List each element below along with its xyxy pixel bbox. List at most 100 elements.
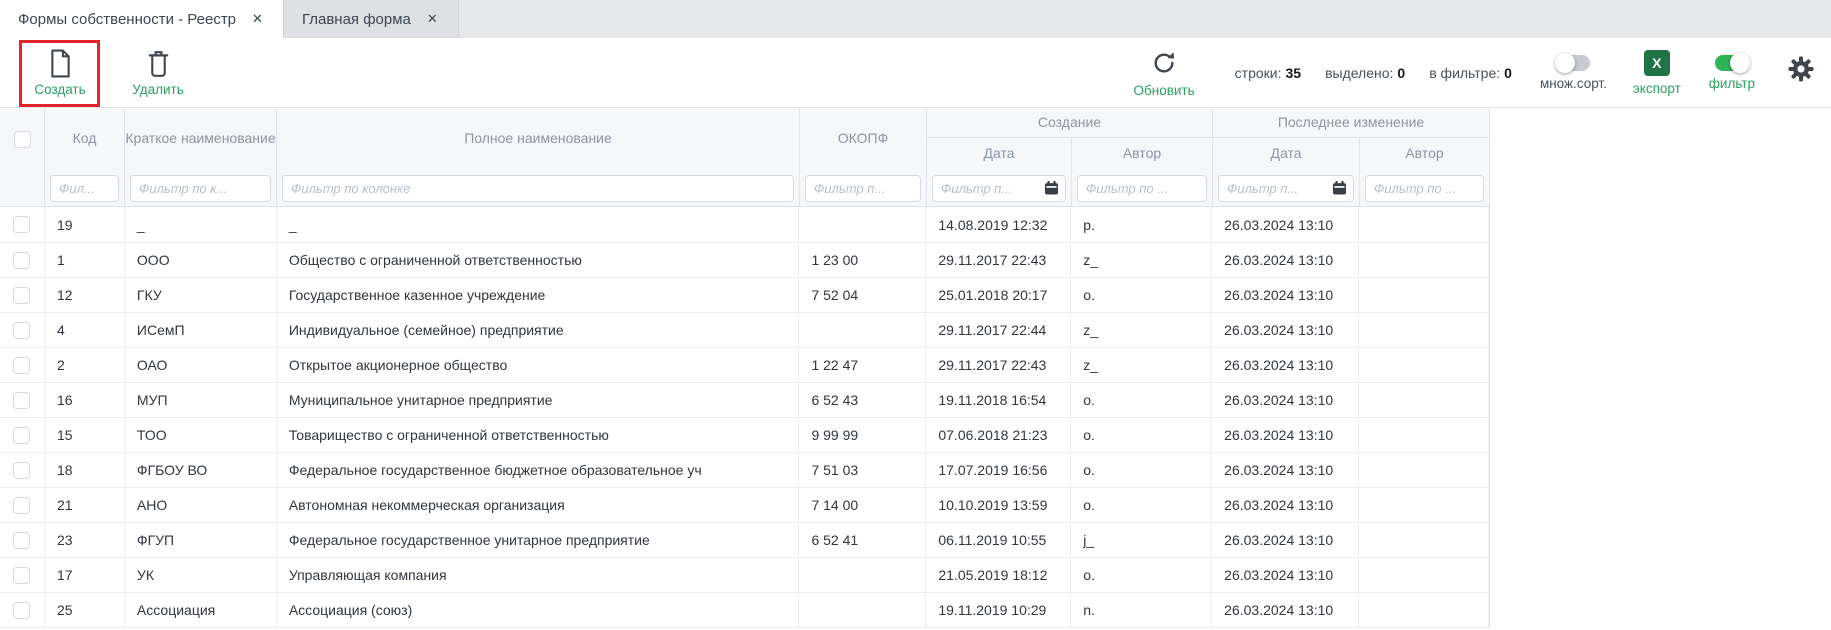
filter-input-code[interactable] (50, 175, 119, 202)
select-all-cell (0, 108, 45, 170)
delete-label: Удалить (132, 82, 184, 97)
column-header-full-name[interactable]: Полное наименование (277, 108, 800, 170)
table-row[interactable]: 23ФГУПФедеральное государственное унитар… (0, 522, 1489, 557)
cell-full: Открытое акционерное общество (277, 348, 800, 382)
cell-mauthor (1359, 207, 1489, 242)
excel-icon: X (1644, 50, 1670, 76)
row-checkbox[interactable] (13, 497, 30, 514)
row-checkbox[interactable] (13, 567, 30, 584)
filter-input-short-name[interactable] (130, 175, 271, 202)
filter-cell (1072, 170, 1213, 206)
cell-full: Индивидуальное (семейное) предприятие (277, 313, 800, 347)
row-checkbox-cell (0, 418, 45, 452)
cell-short: ГКУ (125, 278, 277, 312)
row-checkbox-cell (0, 313, 45, 347)
new-document-icon (49, 49, 72, 78)
tab-main-form[interactable]: Главная форма ✕ (284, 0, 459, 38)
cell-code: 4 (45, 313, 125, 347)
column-header-okopf[interactable]: ОКОПФ (800, 108, 927, 170)
row-checkbox[interactable] (13, 252, 30, 269)
cell-okopf: 7 51 03 (799, 453, 926, 487)
row-checkbox-cell (0, 523, 45, 557)
filter-input-modified-author[interactable] (1365, 175, 1484, 202)
close-icon[interactable]: ✕ (425, 9, 440, 29)
column-header-creation-date[interactable]: Дата (927, 138, 1072, 170)
cell-mdate: 26.03.2024 13:10 (1212, 593, 1359, 627)
table-row[interactable]: 2ОАООткрытое акционерное общество1 22 47… (0, 347, 1489, 382)
selected-counter: выделено:0 (1325, 65, 1405, 81)
toolbar: Создать Удалить Обновить строки:35 выдел… (0, 38, 1831, 108)
cell-short: _ (125, 207, 277, 242)
cell-full: Управляющая компания (277, 558, 800, 592)
cell-okopf: 1 23 00 (799, 243, 926, 277)
row-checkbox[interactable] (13, 216, 30, 233)
close-icon[interactable]: ✕ (250, 9, 265, 29)
toolbar-right: Обновить строки:35 выделено:0 в фильтре:… (1134, 38, 1819, 107)
row-checkbox-cell (0, 278, 45, 312)
column-header-code[interactable]: Код (45, 108, 125, 170)
filter-input-creation-author[interactable] (1077, 175, 1207, 202)
row-checkbox[interactable] (13, 392, 30, 409)
cell-okopf: 1 22 47 (799, 348, 926, 382)
column-header-short-name[interactable]: Краткое наименование (125, 108, 277, 170)
select-all-checkbox[interactable] (14, 131, 31, 148)
cell-cdate: 17.07.2019 16:56 (926, 453, 1071, 487)
delete-button[interactable]: Удалить (122, 38, 194, 107)
table-row[interactable]: 4ИСемПИндивидуальное (семейное) предприя… (0, 312, 1489, 347)
row-checkbox[interactable] (13, 427, 30, 444)
cell-cdate: 29.11.2017 22:43 (926, 348, 1071, 382)
table-row[interactable]: 16МУПМуниципальное унитарное предприятие… (0, 382, 1489, 417)
row-checkbox[interactable] (13, 602, 30, 619)
row-checkbox[interactable] (13, 357, 30, 374)
table-row[interactable]: 15ТООТоварищество с ограниченной ответст… (0, 417, 1489, 452)
export-button[interactable]: X экспорт (1633, 38, 1681, 107)
cell-cauthor: o. (1071, 418, 1212, 452)
row-checkbox[interactable] (13, 287, 30, 304)
refresh-button[interactable]: Обновить (1134, 38, 1195, 107)
cell-cdate: 19.11.2019 10:29 (926, 593, 1071, 627)
calendar-icon[interactable] (1044, 181, 1059, 196)
cell-mauthor (1359, 243, 1489, 277)
filter-input-okopf[interactable] (805, 175, 921, 202)
create-button[interactable]: Создать (24, 38, 96, 107)
table-row[interactable]: 17УКУправляющая компания21.05.2019 18:12… (0, 557, 1489, 592)
cell-full: _ (277, 207, 800, 242)
table-row[interactable]: 18ФГБОУ ВОФедеральное государственное бю… (0, 452, 1489, 487)
table-row[interactable]: 1ООООбщество с ограниченной ответственно… (0, 242, 1489, 277)
cell-code: 23 (45, 523, 125, 557)
cell-full: Автономная некоммерческая организация (277, 488, 800, 522)
cell-mdate: 26.03.2024 13:10 (1212, 313, 1359, 347)
table-row[interactable]: 25АссоциацияАссоциация (союз)19.11.2019 … (0, 592, 1489, 627)
column-header-creation-author[interactable]: Автор (1072, 138, 1213, 170)
row-checkbox[interactable] (13, 462, 30, 479)
cell-cauthor: o. (1071, 278, 1212, 312)
cell-okopf (799, 593, 926, 627)
cell-mauthor (1359, 488, 1489, 522)
cell-okopf (799, 558, 926, 592)
table-row[interactable]: 19__14.08.2019 12:32p.26.03.2024 13:10 (0, 207, 1489, 242)
cell-cauthor: j_ (1071, 523, 1212, 557)
cell-full: Федеральное государственное бюджетное об… (277, 453, 800, 487)
cell-mauthor (1359, 383, 1489, 417)
filter-input-full-name[interactable] (282, 175, 794, 202)
cell-code: 1 (45, 243, 125, 277)
table-row[interactable]: 12ГКУГосударственное казенное учреждение… (0, 277, 1489, 312)
group-header-creation: Создание (927, 108, 1213, 138)
row-checkbox[interactable] (13, 322, 30, 339)
cell-okopf (799, 207, 926, 242)
multisort-toggle[interactable] (1556, 55, 1590, 71)
table-header: Код Краткое наименование Полное наименов… (0, 108, 1489, 207)
column-header-modified-date[interactable]: Дата (1213, 138, 1360, 170)
cell-mdate: 26.03.2024 13:10 (1212, 243, 1359, 277)
cell-cdate: 21.05.2019 18:12 (926, 558, 1071, 592)
column-header-modified-author[interactable]: Автор (1360, 138, 1490, 170)
cell-short: УК (125, 558, 277, 592)
rows-counter: строки:35 (1235, 65, 1301, 81)
cell-mdate: 26.03.2024 13:10 (1212, 348, 1359, 382)
calendar-icon[interactable] (1332, 181, 1347, 196)
filter-toggle[interactable] (1715, 55, 1749, 71)
settings-button[interactable] (1787, 38, 1815, 99)
row-checkbox[interactable] (13, 532, 30, 549)
tab-forms-registry[interactable]: Формы собственности - Реестр ✕ (0, 0, 284, 38)
table-row[interactable]: 21АНОАвтономная некоммерческая организац… (0, 487, 1489, 522)
